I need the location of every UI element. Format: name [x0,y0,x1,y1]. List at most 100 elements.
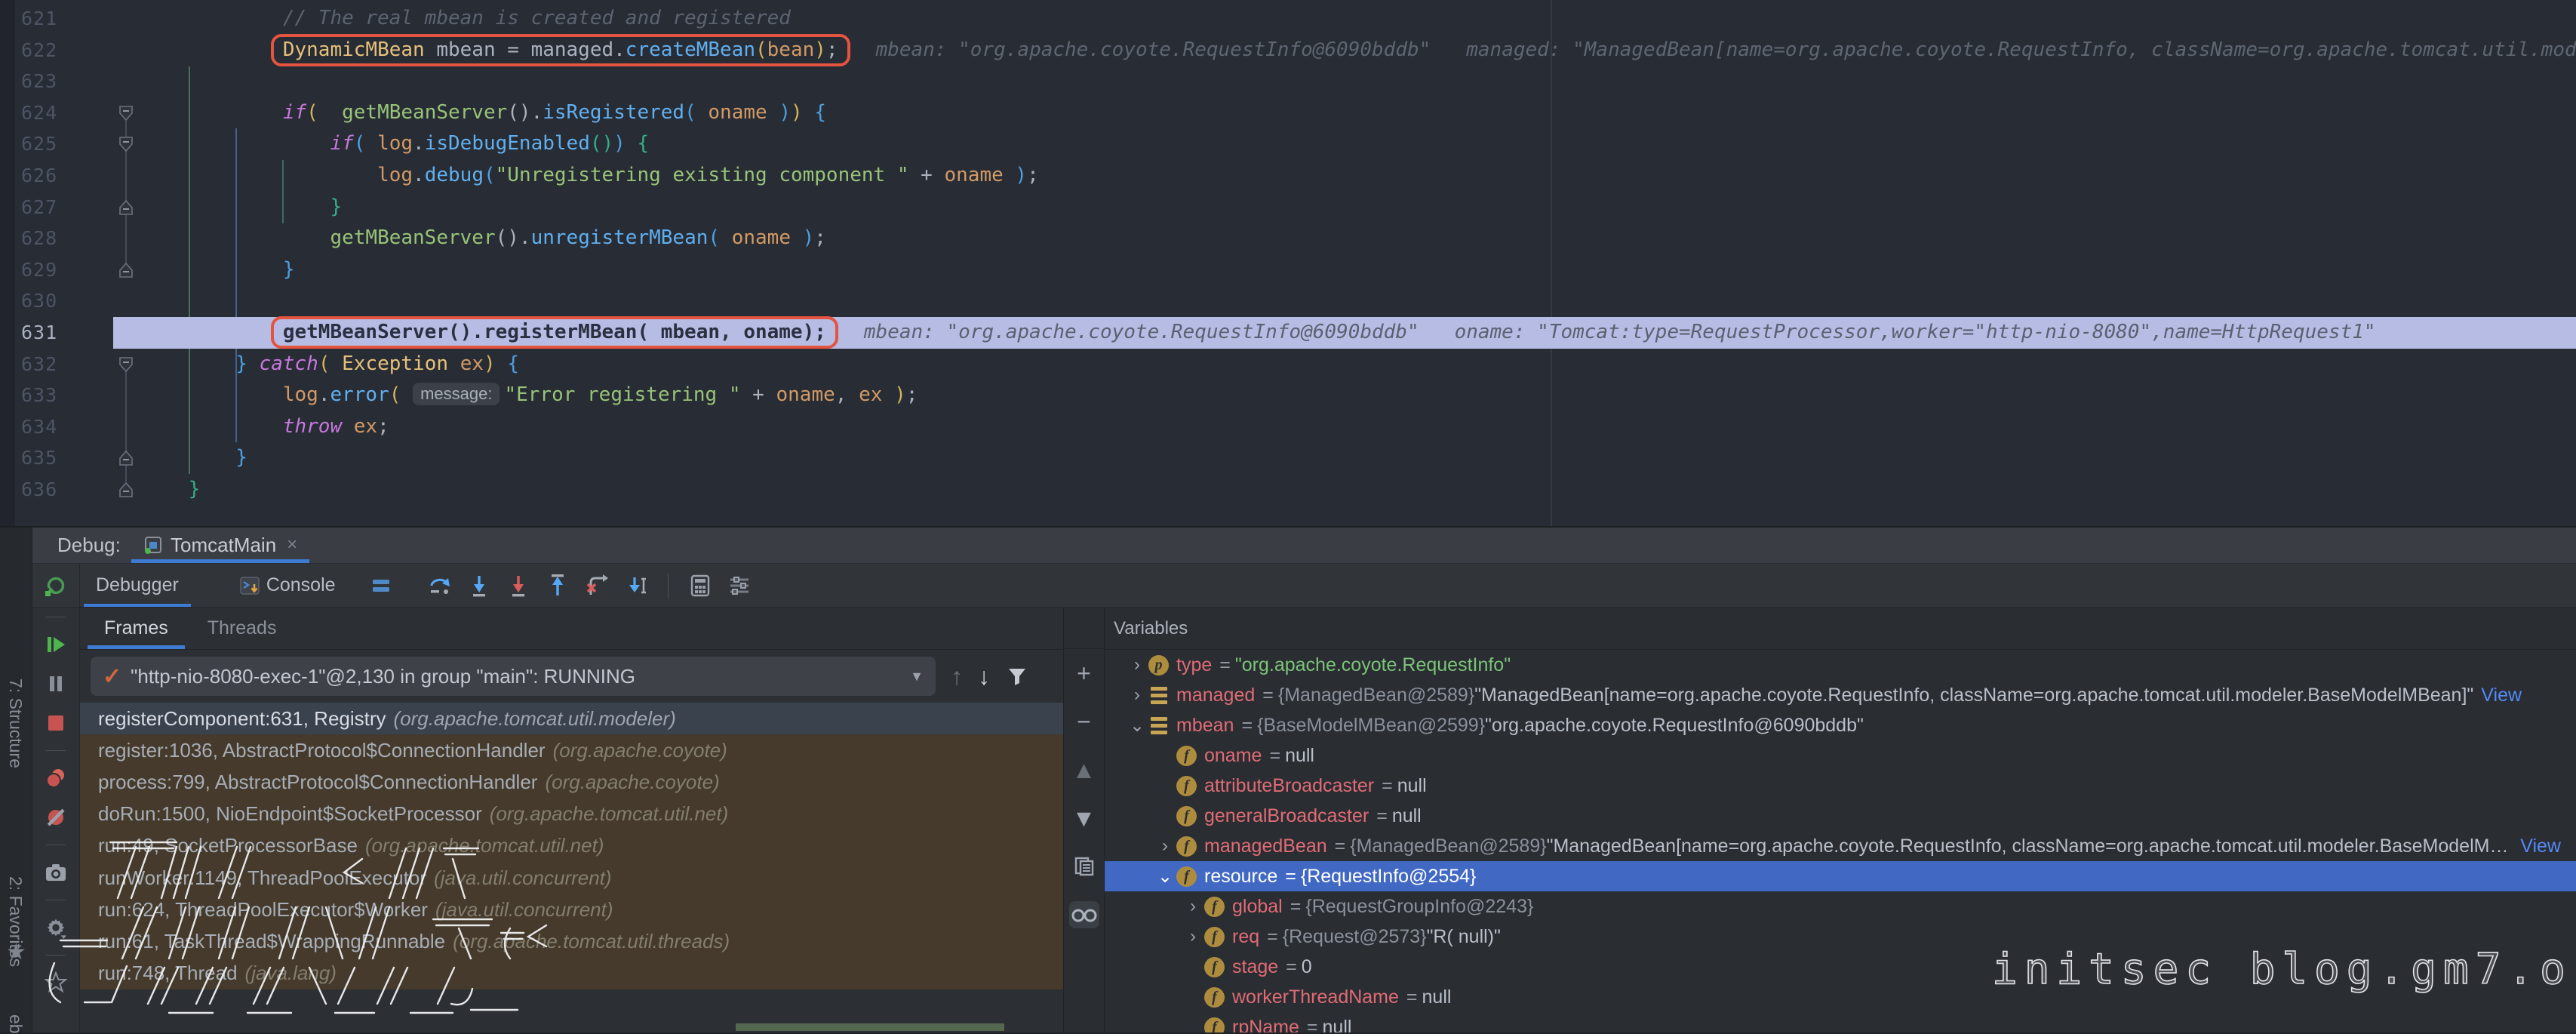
fold-marker-icon[interactable] [98,192,141,223]
code-line[interactable]: 629 } [0,254,2576,286]
stack-frame-row[interactable]: register:1036, AbstractProtocol$Connecti… [80,734,1063,766]
tree-chevron-icon[interactable]: ⌄ [1154,866,1176,888]
code-line[interactable]: 624 if( getMBeanServer().isRegistered( o… [0,97,2576,129]
code-line[interactable]: 636 } [0,474,2576,506]
variable-row[interactable]: ›managed={ManagedBean@2589} "ManagedBean… [1105,680,2576,710]
equals-sign: = [1219,654,1231,676]
stop-button[interactable] [44,711,68,735]
next-frame-button[interactable]: ↓ [978,663,990,691]
variable-value: {BaseModelMBean@2599} [1257,715,1485,737]
show-watches-in-variables-button[interactable] [1069,901,1099,928]
stack-frame-row[interactable]: registerComponent:631, Registry(org.apac… [80,703,1063,734]
tree-chevron-icon[interactable]: ⌄ [1126,715,1148,737]
tab-console[interactable]: Console [223,564,352,607]
code-line[interactable]: 627 } [0,192,2576,223]
line-number[interactable]: 622 [0,35,98,66]
fold-marker-icon[interactable] [98,97,141,129]
tab-frames[interactable]: Frames [85,608,188,649]
layout-settings-icon[interactable] [727,574,752,598]
line-number[interactable]: 635 [0,442,98,474]
tab-debugger[interactable]: Debugger [79,564,195,607]
force-step-into-button[interactable] [506,574,530,598]
view-value-link[interactable]: View [2481,685,2522,706]
resume-button[interactable] [44,632,68,657]
view-breakpoints-button[interactable] [44,766,68,790]
code-line[interactable]: 635 } [0,442,2576,474]
code-editor[interactable]: 621 // The real mbean is created and reg… [0,0,2576,526]
variable-row[interactable]: frpName=null [1105,1012,2576,1032]
add-watch-button[interactable]: + [1069,660,1099,687]
run-to-cursor-button[interactable] [624,574,648,598]
line-number[interactable]: 634 [0,411,98,443]
view-value-link[interactable]: View [2520,836,2561,857]
fold-marker-icon[interactable] [98,349,141,380]
stack-frame-row[interactable]: doRun:1500, NioEndpoint$SocketProcessor(… [80,799,1063,830]
code-line[interactable]: 630 [0,285,2576,317]
close-tab-icon[interactable]: × [287,534,297,555]
fold-marker-icon[interactable] [98,128,141,160]
code-line[interactable]: 621 // The real mbean is created and reg… [0,3,2576,35]
run-configuration-icon [143,535,163,555]
line-number[interactable]: 627 [0,192,98,223]
step-over-button[interactable] [428,574,452,598]
line-number[interactable]: 624 [0,97,98,129]
remove-watch-button[interactable]: − [1069,708,1099,735]
code-line[interactable]: 622 DynamicMBean mbean = managed.createM… [0,35,2576,66]
tree-chevron-icon[interactable]: › [1154,836,1176,857]
variable-row[interactable]: ›ptype="org.apache.coyote.RequestInfo" [1105,650,2576,680]
code-line[interactable]: 634 throw ex; [0,411,2576,443]
previous-frame-button[interactable]: ↑ [951,663,963,691]
drop-frame-button[interactable] [585,574,609,598]
run-config-tab[interactable]: TomcatMain × [131,528,309,562]
thread-selector-dropdown[interactable]: ✓ "http-nio-8080-exec-1"@2,130 in group … [91,657,936,696]
fold-marker-icon[interactable] [98,474,141,506]
hide-frames-filter-button[interactable] [1005,664,1029,688]
step-out-button[interactable] [546,574,570,598]
variable-kind-icon: f [1204,957,1225,977]
variable-row[interactable]: fgeneralBroadcaster=null [1105,801,2576,831]
tree-chevron-icon[interactable]: › [1126,654,1148,675]
evaluate-expression-button[interactable] [688,574,712,598]
tree-chevron-icon[interactable]: › [1126,685,1148,706]
move-watch-down-button[interactable]: ▼ [1069,805,1099,832]
line-number[interactable]: 621 [0,3,98,35]
line-number[interactable]: 628 [0,223,98,254]
tree-chevron-icon[interactable]: › [1182,926,1204,947]
variable-row[interactable]: ⌄fresource={RequestInfo@2554} [1105,861,2576,891]
step-into-button[interactable] [467,574,491,598]
code-line[interactable]: 628 getMBeanServer().unregisterMBean( on… [0,223,2576,254]
variable-row[interactable]: ›fmanagedBean={ManagedBean@2589} "Manage… [1105,831,2576,861]
variable-row[interactable]: ›fglobal={RequestGroupInfo@2243} [1105,891,2576,922]
variable-row[interactable]: foname=null [1105,740,2576,771]
line-number[interactable]: 630 [0,285,98,317]
code-line[interactable]: 631 getMBeanServer().registerMBean( mbea… [0,317,2576,349]
line-number[interactable]: 626 [0,160,98,192]
duplicate-watch-button[interactable] [1069,853,1099,880]
tab-threads[interactable]: Threads [188,608,297,649]
line-number[interactable]: 625 [0,128,98,160]
line-number[interactable]: 633 [0,380,98,411]
code-line[interactable]: 633 log.error( message:"Error registerin… [0,380,2576,411]
move-watch-up-button[interactable]: ▲ [1069,756,1099,783]
code-line[interactable]: 625 if( log.isDebugEnabled()) { [0,128,2576,160]
line-number[interactable]: 632 [0,349,98,380]
variable-row[interactable]: ⌄mbean={BaseModelMBean@2599} "org.apache… [1105,710,2576,740]
variable-row[interactable]: fattributeBroadcaster=null [1105,771,2576,801]
line-number[interactable]: 623 [0,66,98,97]
stack-frame-row[interactable]: process:799, AbstractProtocol$Connection… [80,766,1063,798]
code-line[interactable]: 632 } catch( Exception ex) { [0,349,2576,380]
line-number[interactable]: 631 [0,317,98,349]
mute-breakpoints-button[interactable] [44,805,68,829]
code-line[interactable]: 626 log.debug("Unregistering existing co… [0,160,2576,192]
line-number[interactable]: 629 [0,254,98,286]
pause-button[interactable] [44,672,68,696]
layout-options-icon[interactable] [369,574,393,598]
fold-marker-icon[interactable] [98,254,141,286]
variable-name: mbean [1176,715,1234,737]
tree-chevron-icon[interactable]: › [1182,896,1204,917]
line-number[interactable]: 636 [0,474,98,506]
fold-marker-icon[interactable] [98,442,141,474]
code-line[interactable]: 623 [0,66,2576,97]
tool-window-button-structure[interactable]: 7: Structure [5,679,26,768]
rerun-button[interactable] [42,573,66,597]
